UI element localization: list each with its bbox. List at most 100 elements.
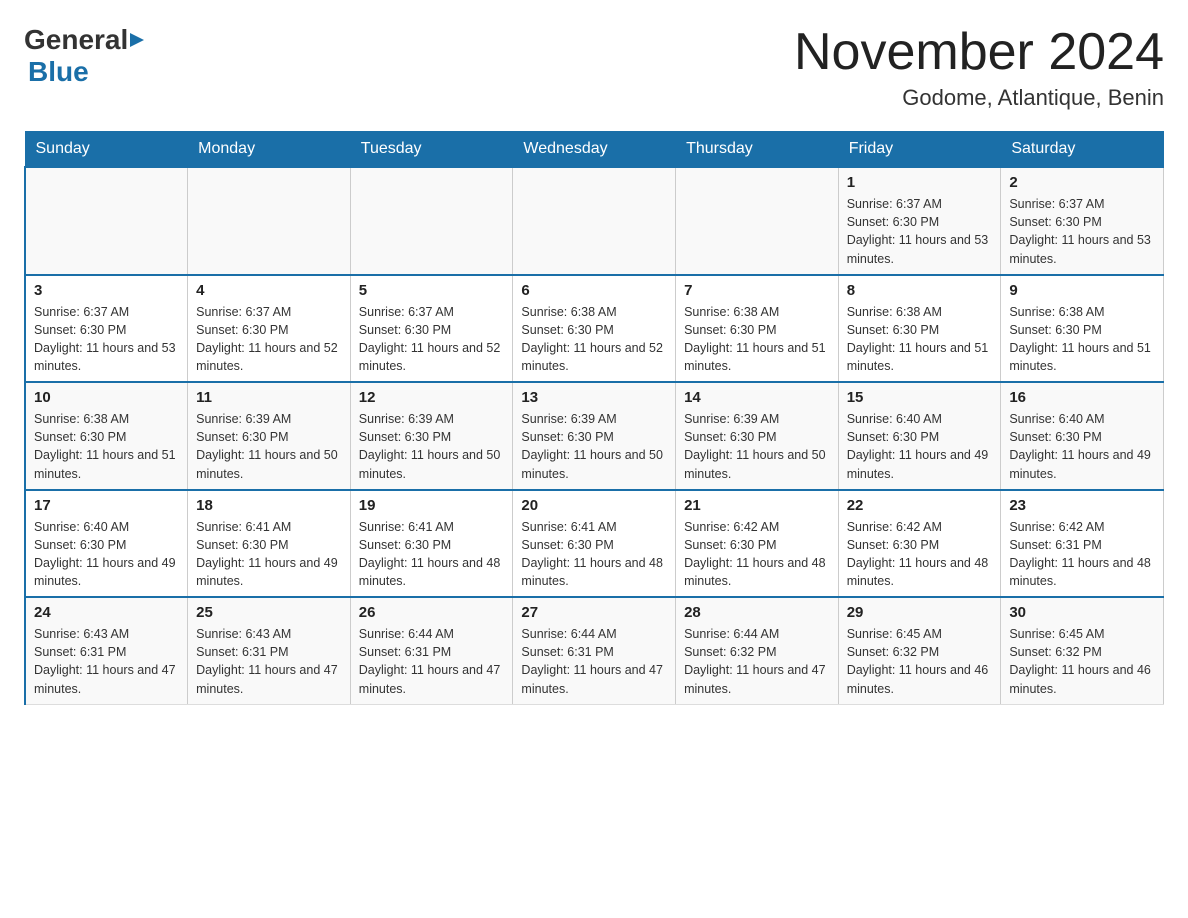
day-info: Sunrise: 6:37 AM Sunset: 6:30 PM Dayligh… xyxy=(196,303,342,376)
day-info: Sunrise: 6:39 AM Sunset: 6:30 PM Dayligh… xyxy=(359,410,505,483)
day-info: Sunrise: 6:42 AM Sunset: 6:30 PM Dayligh… xyxy=(684,518,830,591)
day-number: 11 xyxy=(196,389,342,406)
day-number: 4 xyxy=(196,282,342,299)
calendar-cell: 27 Sunrise: 6:44 AM Sunset: 6:31 PM Dayli… xyxy=(513,597,676,704)
day-number: 24 xyxy=(34,604,179,621)
day-number: 1 xyxy=(847,174,993,191)
header-day-friday: Friday xyxy=(838,132,1001,168)
calendar-cell: 20 Sunrise: 6:41 AM Sunset: 6:30 PM Dayli… xyxy=(513,490,676,598)
logo-arrow-icon xyxy=(130,29,152,51)
day-info: Sunrise: 6:40 AM Sunset: 6:30 PM Dayligh… xyxy=(847,410,993,483)
calendar-cell: 22 Sunrise: 6:42 AM Sunset: 6:30 PM Dayli… xyxy=(838,490,1001,598)
day-number: 23 xyxy=(1009,497,1155,514)
day-number: 15 xyxy=(847,389,993,406)
calendar-cell: 26 Sunrise: 6:44 AM Sunset: 6:31 PM Dayli… xyxy=(350,597,513,704)
day-info: Sunrise: 6:41 AM Sunset: 6:30 PM Dayligh… xyxy=(359,518,505,591)
header-day-saturday: Saturday xyxy=(1001,132,1164,168)
day-number: 8 xyxy=(847,282,993,299)
day-info: Sunrise: 6:38 AM Sunset: 6:30 PM Dayligh… xyxy=(684,303,830,376)
calendar-cell: 6 Sunrise: 6:38 AM Sunset: 6:30 PM Daylig… xyxy=(513,275,676,383)
day-info: Sunrise: 6:38 AM Sunset: 6:30 PM Dayligh… xyxy=(847,303,993,376)
calendar-week-row: 24 Sunrise: 6:43 AM Sunset: 6:31 PM Dayli… xyxy=(25,597,1164,704)
day-info: Sunrise: 6:43 AM Sunset: 6:31 PM Dayligh… xyxy=(34,625,179,698)
calendar-cell: 12Sunrise: 6:39 AM Sunset: 6:30 PM Dayli… xyxy=(350,382,513,490)
day-info: Sunrise: 6:37 AM Sunset: 6:30 PM Dayligh… xyxy=(847,195,993,268)
logo-blue-text: Blue xyxy=(28,56,89,87)
calendar-cell: 15 Sunrise: 6:40 AM Sunset: 6:30 PM Dayli… xyxy=(838,382,1001,490)
day-info: Sunrise: 6:39 AM Sunset: 6:30 PM Dayligh… xyxy=(684,410,830,483)
day-info: Sunrise: 6:38 AM Sunset: 6:30 PM Dayligh… xyxy=(1009,303,1155,376)
calendar-cell: 13 Sunrise: 6:39 AM Sunset: 6:30 PM Dayli… xyxy=(513,382,676,490)
title-area: November 2024 Godome, Atlantique, Benin xyxy=(794,24,1164,111)
day-number: 19 xyxy=(359,497,505,514)
calendar-week-row: 17Sunrise: 6:40 AM Sunset: 6:30 PM Dayli… xyxy=(25,490,1164,598)
header-day-thursday: Thursday xyxy=(676,132,839,168)
day-info: Sunrise: 6:41 AM Sunset: 6:30 PM Dayligh… xyxy=(196,518,342,591)
day-info: Sunrise: 6:44 AM Sunset: 6:31 PM Dayligh… xyxy=(359,625,505,698)
day-info: Sunrise: 6:38 AM Sunset: 6:30 PM Dayligh… xyxy=(521,303,667,376)
calendar-subtitle: Godome, Atlantique, Benin xyxy=(794,85,1164,111)
day-number: 20 xyxy=(521,497,667,514)
calendar-cell: 2 Sunrise: 6:37 AM Sunset: 6:30 PM Daylig… xyxy=(1001,167,1164,275)
day-number: 26 xyxy=(359,604,505,621)
day-number: 3 xyxy=(34,282,179,299)
day-number: 27 xyxy=(521,604,667,621)
day-info: Sunrise: 6:39 AM Sunset: 6:30 PM Dayligh… xyxy=(521,410,667,483)
day-info: Sunrise: 6:42 AM Sunset: 6:30 PM Dayligh… xyxy=(847,518,993,591)
day-info: Sunrise: 6:45 AM Sunset: 6:32 PM Dayligh… xyxy=(1009,625,1155,698)
calendar-header-row: SundayMondayTuesdayWednesdayThursdayFrid… xyxy=(25,132,1164,168)
day-number: 10 xyxy=(34,389,179,406)
day-info: Sunrise: 6:44 AM Sunset: 6:32 PM Dayligh… xyxy=(684,625,830,698)
header-day-wednesday: Wednesday xyxy=(513,132,676,168)
day-info: Sunrise: 6:37 AM Sunset: 6:30 PM Dayligh… xyxy=(34,303,179,376)
day-info: Sunrise: 6:43 AM Sunset: 6:31 PM Dayligh… xyxy=(196,625,342,698)
day-number: 14 xyxy=(684,389,830,406)
calendar-cell: 9 Sunrise: 6:38 AM Sunset: 6:30 PM Daylig… xyxy=(1001,275,1164,383)
logo: General Blue xyxy=(24,24,152,88)
calendar-cell: 19 Sunrise: 6:41 AM Sunset: 6:30 PM Dayli… xyxy=(350,490,513,598)
calendar-cell: 28Sunrise: 6:44 AM Sunset: 6:32 PM Dayli… xyxy=(676,597,839,704)
day-number: 25 xyxy=(196,604,342,621)
calendar-cell: 5 Sunrise: 6:37 AM Sunset: 6:30 PM Daylig… xyxy=(350,275,513,383)
calendar-cell: 14 Sunrise: 6:39 AM Sunset: 6:30 PM Dayli… xyxy=(676,382,839,490)
calendar-week-row: 3 Sunrise: 6:37 AM Sunset: 6:30 PM Daylig… xyxy=(25,275,1164,383)
calendar-week-row: 10Sunrise: 6:38 AM Sunset: 6:30 PM Dayli… xyxy=(25,382,1164,490)
calendar-cell xyxy=(350,167,513,275)
day-number: 16 xyxy=(1009,389,1155,406)
day-number: 22 xyxy=(847,497,993,514)
calendar-cell xyxy=(676,167,839,275)
calendar-cell: 17Sunrise: 6:40 AM Sunset: 6:30 PM Dayli… xyxy=(25,490,188,598)
day-number: 30 xyxy=(1009,604,1155,621)
calendar-cell: 3 Sunrise: 6:37 AM Sunset: 6:30 PM Daylig… xyxy=(25,275,188,383)
calendar-cell: 29Sunrise: 6:45 AM Sunset: 6:32 PM Dayli… xyxy=(838,597,1001,704)
calendar-cell: 23 Sunrise: 6:42 AM Sunset: 6:31 PM Dayli… xyxy=(1001,490,1164,598)
header-day-tuesday: Tuesday xyxy=(350,132,513,168)
day-number: 2 xyxy=(1009,174,1155,191)
day-number: 9 xyxy=(1009,282,1155,299)
day-info: Sunrise: 6:40 AM Sunset: 6:30 PM Dayligh… xyxy=(1009,410,1155,483)
calendar-cell: 7Sunrise: 6:38 AM Sunset: 6:30 PM Daylig… xyxy=(676,275,839,383)
calendar-cell xyxy=(513,167,676,275)
day-info: Sunrise: 6:42 AM Sunset: 6:31 PM Dayligh… xyxy=(1009,518,1155,591)
day-number: 5 xyxy=(359,282,505,299)
day-info: Sunrise: 6:44 AM Sunset: 6:31 PM Dayligh… xyxy=(521,625,667,698)
calendar-cell xyxy=(188,167,351,275)
day-number: 6 xyxy=(521,282,667,299)
header-day-monday: Monday xyxy=(188,132,351,168)
calendar-cell: 10Sunrise: 6:38 AM Sunset: 6:30 PM Dayli… xyxy=(25,382,188,490)
calendar-cell: 11 Sunrise: 6:39 AM Sunset: 6:30 PM Dayli… xyxy=(188,382,351,490)
day-info: Sunrise: 6:41 AM Sunset: 6:30 PM Dayligh… xyxy=(521,518,667,591)
header: General Blue November 2024 Godome, Atlan… xyxy=(24,24,1164,111)
calendar-cell: 1 Sunrise: 6:37 AM Sunset: 6:30 PM Daylig… xyxy=(838,167,1001,275)
day-info: Sunrise: 6:37 AM Sunset: 6:30 PM Dayligh… xyxy=(1009,195,1155,268)
calendar-cell: 24 Sunrise: 6:43 AM Sunset: 6:31 PM Dayli… xyxy=(25,597,188,704)
day-info: Sunrise: 6:37 AM Sunset: 6:30 PM Dayligh… xyxy=(359,303,505,376)
calendar-cell: 4 Sunrise: 6:37 AM Sunset: 6:30 PM Daylig… xyxy=(188,275,351,383)
calendar-cell: 21Sunrise: 6:42 AM Sunset: 6:30 PM Dayli… xyxy=(676,490,839,598)
day-number: 13 xyxy=(521,389,667,406)
calendar-week-row: 1 Sunrise: 6:37 AM Sunset: 6:30 PM Daylig… xyxy=(25,167,1164,275)
calendar-cell: 25 Sunrise: 6:43 AM Sunset: 6:31 PM Dayli… xyxy=(188,597,351,704)
day-number: 29 xyxy=(847,604,993,621)
day-number: 17 xyxy=(34,497,179,514)
day-info: Sunrise: 6:39 AM Sunset: 6:30 PM Dayligh… xyxy=(196,410,342,483)
